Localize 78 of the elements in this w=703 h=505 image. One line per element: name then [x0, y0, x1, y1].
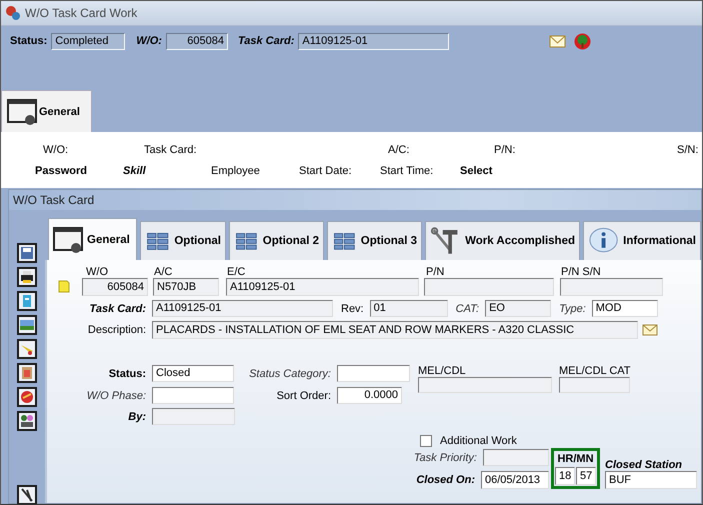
window-icon [7, 98, 37, 126]
type-label: Type: [559, 302, 587, 314]
printer-icon [19, 269, 35, 285]
status-field[interactable]: Closed [152, 365, 234, 382]
column-header: Start Time: [380, 164, 434, 176]
closed-on-label: Closed On: [415, 474, 476, 486]
task-card-field[interactable]: A1109125-01 [298, 33, 450, 50]
wo-phase-field[interactable] [152, 387, 234, 404]
column-label: Task Card: [144, 144, 198, 156]
column-header: Start Date: [299, 164, 353, 176]
sort-order-field[interactable]: 0.0000 [337, 387, 402, 404]
task-card-label: Task Card: [238, 35, 294, 47]
task-priority-label: Task Priority: [412, 452, 478, 464]
work-order-label: W/O: [136, 35, 162, 47]
column-label: W/O: [43, 144, 70, 156]
panel-title: W/O Task Card [9, 190, 701, 210]
column-label: A/C: [388, 144, 410, 156]
closed-on-field[interactable]: 06/05/2013 [481, 471, 549, 489]
save-button[interactable] [17, 243, 37, 263]
general-tab[interactable]: General [1, 90, 92, 132]
envelope-icon[interactable] [642, 324, 658, 336]
clipboard-button[interactable] [17, 363, 37, 383]
aircraft-label: A/C [153, 266, 174, 278]
status-label: Status: [108, 368, 147, 380]
sort-order-label: Sort Order: [276, 390, 332, 402]
description-label: Description: [86, 324, 147, 336]
category-label: CAT: [456, 302, 480, 314]
by-label: By: [127, 410, 147, 422]
work-order-field[interactable]: 605084 [166, 33, 228, 50]
revision-label: Rev: [341, 302, 365, 314]
status-category-label: Status Category: [248, 368, 332, 380]
envelope-icon[interactable] [549, 33, 566, 50]
window-title: W/O Task Card Work [25, 6, 138, 20]
status-field[interactable]: Completed [51, 33, 126, 50]
tree-icon[interactable] [574, 33, 592, 50]
document-button[interactable] [17, 291, 37, 311]
ec-label: E/C [226, 266, 246, 278]
wo-label: W/O [85, 266, 109, 278]
people-button[interactable] [17, 411, 37, 431]
additional-work-label: Additional Work [439, 435, 517, 447]
hours-field[interactable]: 18 [555, 467, 575, 485]
type-field[interactable]: MOD [592, 300, 658, 317]
column-header: Password [35, 164, 88, 176]
tab[interactable]: Informational [583, 221, 701, 260]
clipboard-icon [19, 365, 35, 381]
status-category-field[interactable] [337, 365, 410, 382]
hr-mn-label: HR/MN [557, 453, 594, 465]
task-card-label: Task Card: [88, 302, 147, 314]
closed-station-label: Closed Station [605, 459, 684, 471]
part-serial-label: P/N S/N [560, 266, 602, 278]
additional-work-checkbox[interactable] [420, 435, 432, 447]
closed-station-field[interactable]: BUF [605, 471, 697, 489]
gears-icon [5, 5, 21, 21]
tools-icon [19, 487, 35, 503]
window-icon [53, 226, 83, 254]
tab[interactable]: General [48, 218, 137, 260]
tools-button[interactable] [17, 485, 37, 504]
landscape-icon [19, 317, 35, 333]
status-label: Status: [10, 35, 48, 47]
tab[interactable]: Optional 3 [327, 221, 422, 260]
save-icon [19, 245, 35, 261]
column-label: P/N: [494, 144, 516, 156]
printer-button[interactable] [17, 267, 37, 287]
tab[interactable]: Optional 2 [229, 221, 324, 260]
column-header: Employee [211, 164, 261, 176]
minutes-field[interactable]: 57 [576, 467, 596, 485]
landscape-button[interactable] [17, 315, 37, 335]
part-number-label: P/N [425, 266, 446, 278]
people-icon [19, 413, 35, 429]
wo-phase-label: W/O Phase: [86, 390, 147, 402]
column-header: Skill [123, 164, 147, 176]
mel-cdl-category-label: MEL/CDL CAT [559, 365, 632, 377]
column-header: Select [460, 164, 494, 176]
tab[interactable]: Work Accomplished [425, 221, 580, 260]
mel-cdl-label: MEL/CDL [418, 365, 467, 377]
note-icon[interactable] [58, 280, 70, 293]
column-label: S/N: [677, 144, 697, 156]
tab[interactable]: Optional [140, 221, 226, 260]
